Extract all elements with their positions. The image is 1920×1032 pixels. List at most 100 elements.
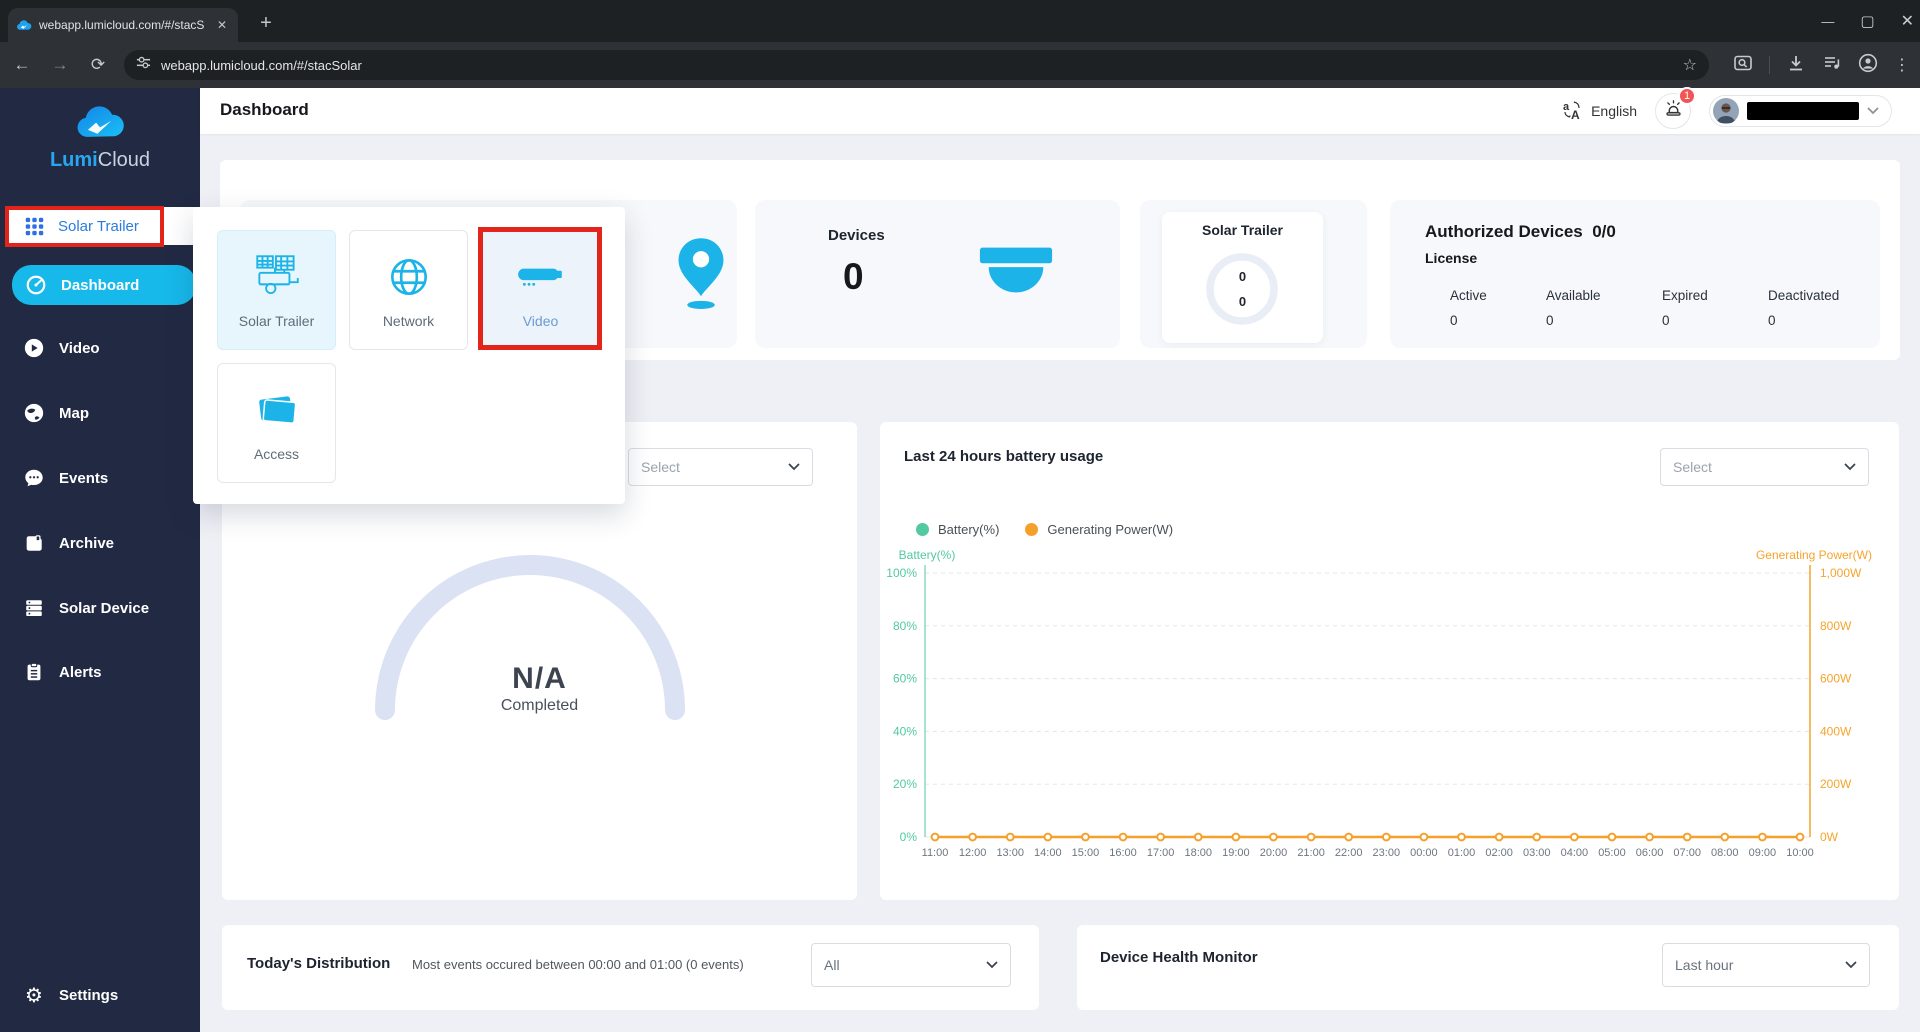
chat-icon	[22, 466, 46, 490]
svg-text:40%: 40%	[893, 724, 917, 738]
stat-card-devices: Devices 0	[755, 200, 1120, 348]
svg-text:a: a	[1563, 101, 1570, 113]
svg-text:14:00: 14:00	[1034, 847, 1062, 859]
solar-trailer-counter: Solar Trailer 0 0	[1162, 212, 1323, 343]
select-value: All	[824, 957, 840, 973]
language-selector[interactable]: aA English	[1561, 99, 1637, 124]
sidebar-item-label: Video	[59, 339, 100, 357]
popup-card-video[interactable]: Video	[481, 230, 600, 350]
svg-text:16:00: 16:00	[1109, 847, 1137, 859]
logo-text-cloud: Cloud	[97, 149, 151, 171]
window-maximize-button[interactable]: ▢	[1860, 12, 1874, 30]
sidebar-item-alerts[interactable]: Alerts	[0, 652, 200, 692]
network-icon	[350, 249, 467, 305]
sidebar-item-label: Events	[59, 469, 109, 487]
counter-value-bottom: 0	[1238, 294, 1247, 309]
sidebar-item-label: Map	[59, 404, 89, 422]
logo-text-lumi: Lumi	[49, 149, 98, 171]
gauge-icon	[24, 273, 48, 297]
tab-search-icon[interactable]	[1733, 53, 1753, 78]
gauge-select-dropdown[interactable]: Select	[628, 448, 813, 486]
license-column-label: Active	[1450, 288, 1487, 303]
language-label: English	[1591, 103, 1637, 119]
stat-card-authorized-devices: Authorized Devices 0/0 License Active 0 Av…	[1390, 200, 1880, 348]
downloads-icon[interactable]	[1786, 53, 1806, 78]
sidebar-item-events[interactable]: Events	[0, 458, 200, 498]
sidebar-item-dashboard[interactable]: Dashboard	[12, 265, 196, 305]
solar-trailer-icon	[218, 249, 335, 305]
device-health-title: Device Health Monitor	[1100, 949, 1258, 966]
distribution-subtitle: Most events occured between 00:00 and 01…	[412, 957, 744, 972]
svg-text:0%: 0%	[900, 830, 918, 844]
svg-text:0W: 0W	[1820, 830, 1839, 844]
map-icon	[22, 401, 46, 425]
gauge-label: Completed	[500, 697, 579, 714]
svg-text:11:00: 11:00	[922, 847, 949, 859]
app-switcher-popup: Solar Trailer Network Video Access	[193, 207, 625, 504]
battery-chart: 100% 1,000W 80% 800W 60% 600W 40% 400W 20% 200W 0%…	[886, 548, 1872, 859]
distribution-filter-dropdown[interactable]: All	[811, 943, 1011, 987]
svg-text:A: A	[1571, 108, 1580, 121]
site-settings-icon[interactable]	[136, 55, 151, 75]
browser-tab[interactable]: webapp.lumicloud.com/#/stacS ✕	[8, 8, 238, 42]
chevron-down-icon	[788, 463, 800, 471]
sidebar-item-video[interactable]: Video	[0, 328, 200, 368]
tab-title: webapp.lumicloud.com/#/stacS	[39, 18, 205, 32]
svg-text:100%: 100%	[886, 566, 917, 580]
svg-text:12:00: 12:00	[959, 847, 987, 859]
tab-close-icon[interactable]: ✕	[214, 18, 230, 32]
popup-card-label: Solar Trailer	[238, 313, 315, 329]
popup-card-solar-trailer[interactable]: Solar Trailer	[217, 230, 336, 350]
popup-card-network[interactable]: Network	[349, 230, 468, 350]
counter-value-top: 0	[1238, 269, 1247, 284]
notifications-button[interactable]: 1	[1655, 87, 1696, 129]
svg-text:19:00: 19:00	[1222, 847, 1250, 859]
popup-card-access[interactable]: Access	[217, 363, 336, 483]
chevron-down-icon	[1867, 102, 1879, 120]
page-title: Dashboard	[220, 100, 309, 119]
user-name-redacted	[1747, 102, 1859, 120]
popup-card-label: Access	[253, 446, 300, 462]
svg-text:01:00: 01:00	[1448, 847, 1476, 859]
page-header: Dashboard aA English 1	[200, 87, 1920, 134]
forward-button[interactable]: →	[48, 55, 72, 75]
svg-text:02:00: 02:00	[1485, 847, 1513, 859]
svg-text:1,000W: 1,000W	[1820, 566, 1862, 580]
svg-text:400W: 400W	[1820, 724, 1852, 738]
distribution-title: Today's Distribution	[247, 955, 391, 972]
sidebar-item-archive[interactable]: Archive	[0, 523, 200, 563]
sidebar-item-map[interactable]: Map	[0, 393, 200, 433]
grid-apps-icon	[22, 214, 46, 238]
video-camera-icon	[482, 249, 599, 305]
svg-text:200W: 200W	[1820, 777, 1852, 791]
browser-menu-icon[interactable]: ⋮	[1894, 55, 1910, 75]
window-close-button[interactable]: ✕	[1901, 11, 1914, 31]
sidebar-item-solar-device[interactable]: Solar Device	[0, 588, 200, 628]
svg-text:800W: 800W	[1820, 619, 1852, 633]
health-range-dropdown[interactable]: Last hour	[1662, 943, 1870, 987]
window-minimize-button[interactable]: —	[1821, 14, 1834, 29]
chevron-down-icon	[986, 961, 998, 969]
bookmark-star-icon[interactable]: ☆	[1683, 55, 1697, 75]
url-bar[interactable]: webapp.lumicloud.com/#/stacSolar ☆	[123, 50, 1709, 80]
svg-text:20:00: 20:00	[1260, 847, 1288, 859]
sidebar-app-selector-solar-trailer[interactable]: Solar Trailer	[6, 207, 200, 245]
toolbar-divider	[1769, 56, 1770, 74]
sidebar-item-settings[interactable]: ⚙ Settings	[0, 975, 200, 1015]
browser-profile-icon[interactable]	[1858, 53, 1878, 78]
svg-text:04:00: 04:00	[1561, 847, 1589, 859]
media-playlist-icon[interactable]	[1822, 53, 1842, 78]
reload-button[interactable]: ⟳	[86, 55, 110, 75]
svg-text:600W: 600W	[1820, 672, 1852, 686]
new-tab-button[interactable]: +	[252, 10, 280, 38]
license-column-expired: Expired 0	[1662, 288, 1708, 328]
svg-text:80%: 80%	[893, 619, 917, 633]
sidebar-item-label: Alerts	[59, 663, 102, 681]
license-column-label: Available	[1546, 288, 1601, 303]
server-icon	[22, 596, 46, 620]
user-menu[interactable]	[1709, 95, 1892, 127]
gear-icon: ⚙	[25, 984, 43, 1007]
back-button[interactable]: ←	[10, 55, 34, 75]
devices-label: Devices	[828, 227, 885, 244]
app-logo: LumiCloud	[0, 104, 200, 172]
